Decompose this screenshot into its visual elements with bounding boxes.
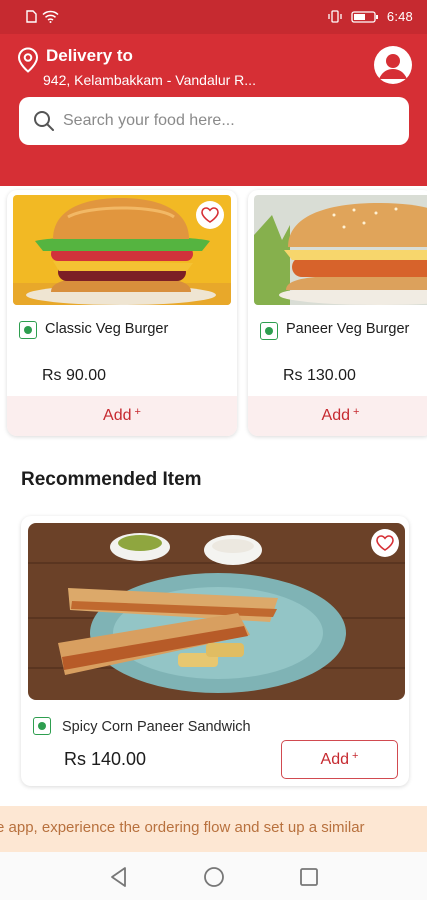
app-header: Delivery to 942, Kelambakkam - Vandalur …: [0, 34, 427, 186]
status-bar: 6:48: [0, 0, 427, 34]
product-name: Paneer Veg Burger: [286, 321, 410, 337]
wifi-icon: [42, 10, 59, 23]
search-input[interactable]: [63, 97, 393, 145]
veg-indicator-icon: [19, 321, 37, 339]
delivery-address[interactable]: 942, Kelambakkam - Vandalur R...: [43, 72, 256, 88]
plus-symbol: +: [353, 406, 360, 418]
system-nav-bar: [0, 852, 427, 900]
add-label: Add: [321, 407, 351, 424]
section-title-recommended: Recommended Item: [21, 469, 202, 490]
product-image[interactable]: [13, 195, 231, 305]
status-left-icons: [26, 10, 59, 23]
recommended-item-name: Spicy Corn Paneer Sandwich: [62, 719, 251, 735]
location-pin-icon[interactable]: [17, 47, 39, 73]
add-to-cart-button[interactable]: Add +: [281, 740, 398, 779]
add-label: Add: [103, 407, 132, 424]
home-icon[interactable]: [203, 866, 225, 888]
product-price: Rs 130.00: [283, 367, 356, 384]
veg-indicator-icon: [33, 717, 51, 735]
status-time: 6:48: [386, 9, 413, 24]
add-label: Add: [320, 750, 350, 768]
sim-icon: [26, 10, 37, 23]
promo-ticker: e app, experience the ordering flow and …: [0, 806, 427, 852]
vibrate-icon: [328, 10, 342, 23]
product-card[interactable]: Paneer Veg Burger Rs 130.00 Add +: [248, 190, 427, 436]
promo-ticker-text: e app, experience the ordering flow and …: [0, 819, 365, 836]
add-to-cart-button[interactable]: Add +: [7, 396, 237, 436]
plus-symbol: +: [134, 406, 141, 418]
plus-symbol: +: [352, 749, 359, 762]
search-bar[interactable]: [19, 97, 409, 145]
status-right-icons: 6:48: [327, 9, 413, 24]
recents-icon[interactable]: [299, 866, 319, 888]
recommended-item-card[interactable]: Spicy Corn Paneer Sandwich Rs 140.00 Add…: [21, 516, 409, 786]
add-to-cart-button[interactable]: Add +: [248, 396, 427, 436]
recommended-item-image[interactable]: [28, 523, 405, 700]
product-card[interactable]: Classic Veg Burger Rs 90.00 Add +: [7, 190, 237, 436]
product-price: Rs 90.00: [42, 367, 107, 384]
battery-icon: [351, 10, 378, 23]
favorite-icon[interactable]: [196, 201, 224, 229]
product-image[interactable]: [254, 195, 427, 305]
delivery-label[interactable]: Delivery to: [46, 46, 133, 66]
recommended-item-price: Rs 140.00: [64, 749, 147, 769]
user-avatar-icon[interactable]: [374, 46, 412, 84]
search-icon: [34, 111, 54, 131]
back-icon[interactable]: [109, 866, 129, 888]
favorite-icon[interactable]: [371, 529, 399, 557]
product-name: Classic Veg Burger: [45, 321, 169, 337]
veg-indicator-icon: [260, 322, 278, 340]
